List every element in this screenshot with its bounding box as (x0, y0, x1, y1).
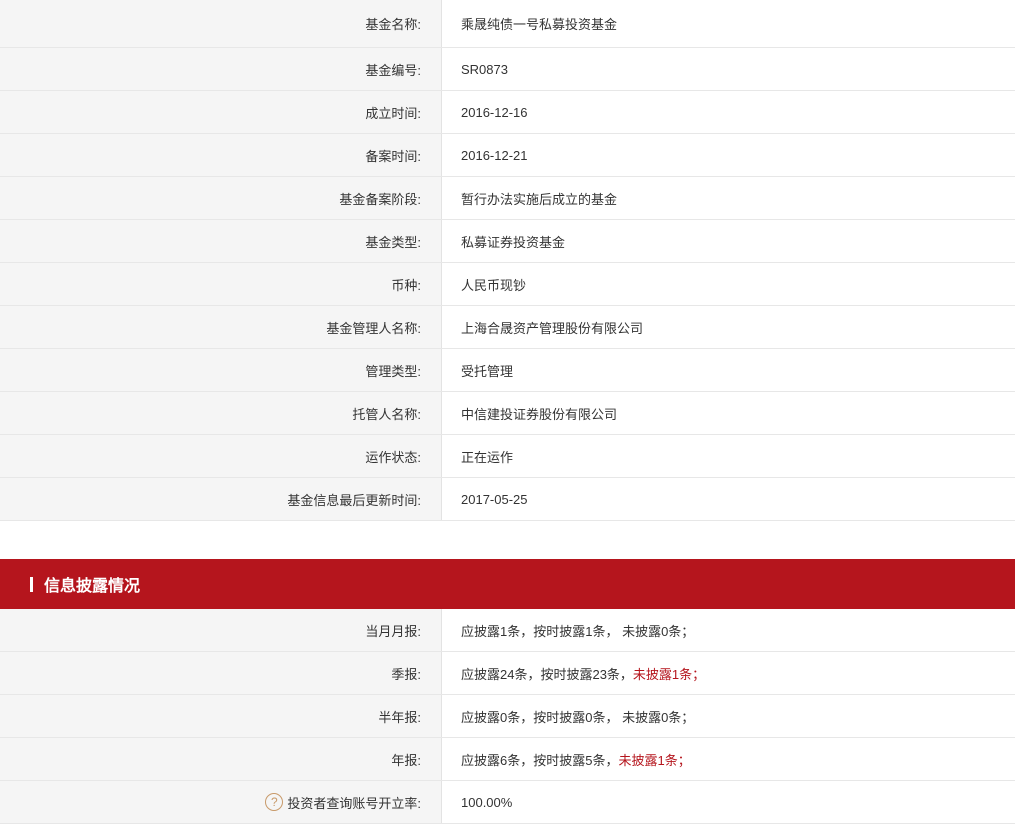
annual-report-text: 应披露6条，按时披露5条， (461, 752, 619, 768)
quarterly-report-text: 应披露24条，按时披露23条， (461, 666, 633, 682)
quarterly-report-missing: 未披露1条； (632, 666, 706, 682)
label-custodian: 托管人名称: (0, 392, 442, 434)
value-currency: 人民币现钞 (461, 277, 527, 293)
label-fund-name: 基金名称: (0, 0, 442, 47)
row-management-type: 管理类型: 受托管理 (0, 349, 1015, 392)
value-last-updated: 2017-05-25 (461, 491, 528, 507)
row-filed: 备案时间: 2016-12-21 (0, 134, 1015, 177)
label-filing-stage: 基金备案阶段: (0, 177, 442, 219)
label-last-updated: 基金信息最后更新时间: (0, 478, 442, 520)
row-fund-code: 基金编号: SR0873 (0, 48, 1015, 91)
value-established: 2016-12-16 (461, 104, 528, 120)
row-fund-name: 基金名称: 乘晟纯债一号私募投资基金 (0, 0, 1015, 48)
disclosure-table: 当月月报: 应披露1条，按时披露1条， 未披露0条； 季报: 应披露24条，按时… (0, 609, 1015, 824)
row-currency: 币种: 人民币现钞 (0, 263, 1015, 306)
fund-info-table: 基金名称: 乘晟纯债一号私募投资基金 基金编号: SR0873 成立时间: 20… (0, 0, 1015, 521)
value-filed: 2016-12-21 (461, 147, 528, 163)
monthly-report-text: 应披露1条，按时披露1条， 未披露0条； (461, 623, 695, 639)
value-investor-account-rate: 100.00% (461, 794, 513, 810)
row-annual-report: 年报: 应披露6条，按时披露5条， 未披露1条； (0, 738, 1015, 781)
value-filing-stage: 暂行办法实施后成立的基金 (461, 191, 618, 207)
value-fund-name: 乘晟纯债一号私募投资基金 (461, 17, 618, 32)
row-investor-account-rate: ? 投资者查询账号开立率: 100.00% (0, 781, 1015, 824)
label-filed: 备案时间: (0, 134, 442, 176)
value-half-year-report: 应披露0条，按时披露0条， 未披露0条； (442, 695, 1015, 737)
label-status: 运作状态: (0, 435, 442, 477)
row-custodian: 托管人名称: 中信建投证券股份有限公司 (0, 392, 1015, 435)
label-fund-type: 基金类型: (0, 220, 442, 262)
row-fund-type: 基金类型: 私募证券投资基金 (0, 220, 1015, 263)
label-monthly-report: 当月月报: (0, 609, 442, 651)
row-quarterly-report: 季报: 应披露24条，按时披露23条， 未披露1条； (0, 652, 1015, 695)
row-half-year-report: 半年报: 应披露0条，按时披露0条， 未披露0条； (0, 695, 1015, 738)
row-filing-stage: 基金备案阶段: 暂行办法实施后成立的基金 (0, 177, 1015, 220)
row-monthly-report: 当月月报: 应披露1条，按时披露1条， 未披露0条； (0, 609, 1015, 652)
label-currency: 币种: (0, 263, 442, 305)
label-investor-account-rate: ? 投资者查询账号开立率: (0, 781, 442, 823)
value-fund-type: 私募证券投资基金 (461, 234, 566, 250)
row-last-updated: 基金信息最后更新时间: 2017-05-25 (0, 478, 1015, 521)
row-manager: 基金管理人名称: 上海合晟资产管理股份有限公司 (0, 306, 1015, 349)
label-management-type: 管理类型: (0, 349, 442, 391)
label-manager: 基金管理人名称: (0, 306, 442, 348)
value-monthly-report: 应披露1条，按时披露1条， 未披露0条； (442, 609, 1015, 651)
section-bar-decoration (30, 576, 33, 592)
label-established: 成立时间: (0, 91, 442, 133)
value-quarterly-report: 应披露24条，按时披露23条， 未披露1条； (442, 652, 1015, 694)
row-status: 运作状态: 正在运作 (0, 435, 1015, 478)
value-fund-code: SR0873 (461, 61, 508, 77)
row-established: 成立时间: 2016-12-16 (0, 91, 1015, 134)
help-icon[interactable]: ? (265, 793, 284, 811)
investor-account-rate-label: 投资者查询账号开立率: (287, 795, 421, 811)
value-manager: 上海合晟资产管理股份有限公司 (461, 320, 644, 336)
value-status: 正在运作 (461, 449, 514, 465)
label-annual-report: 年报: (0, 738, 442, 780)
disclosure-section-header: 信息披露情况 (0, 559, 1015, 609)
label-half-year-report: 半年报: (0, 695, 442, 737)
value-annual-report: 应披露6条，按时披露5条， 未披露1条； (442, 738, 1015, 780)
label-fund-code: 基金编号: (0, 48, 442, 90)
annual-report-missing: 未披露1条； (618, 752, 691, 768)
label-quarterly-report: 季报: (0, 652, 442, 694)
disclosure-section-title: 信息披露情况 (44, 578, 141, 595)
half-year-report-text: 应披露0条，按时披露0条， 未披露0条； (461, 709, 695, 725)
value-management-type: 受托管理 (461, 363, 514, 379)
value-custodian: 中信建投证券股份有限公司 (461, 406, 618, 422)
